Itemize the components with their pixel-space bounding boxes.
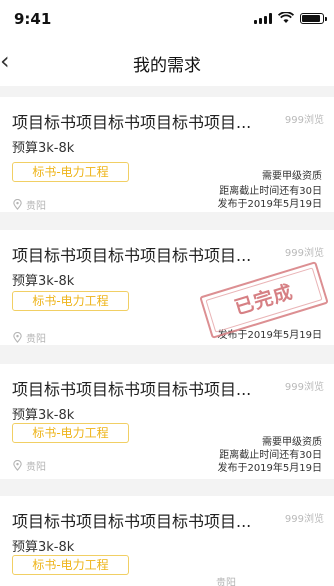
card-title: 项目标书项目标书项目标书项目... [12,246,252,265]
location: 贵阳 [12,330,46,345]
battery-level [302,14,320,22]
location: 贵阳 [216,574,236,586]
location-label: 贵阳 [26,334,46,345]
battery-icon [300,12,327,24]
card-title: 项目标书项目标书项目标书项目... [12,113,252,132]
status-bar: 9:41 [0,0,334,38]
card-title: 项目标书项目标书项目标书项目... [12,380,252,399]
list-item[interactable]: 项目标书项目标书项目标书项目... 999浏览 预算3k-8k 标书-电力工程 … [0,97,334,212]
location-label: 贵阳 [26,462,46,473]
signal-icon [254,12,272,24]
category-tag: 标书-电力工程 [12,555,129,575]
list-item[interactable]: 项目标书项目标书项目标书项目... 999浏览 预算3k-8k 标书-电力工程 … [0,496,334,586]
qualification-requirement: 需要甲级资质 [262,171,322,182]
location-pin-icon [13,460,22,471]
budget: 预算3k-8k [12,141,75,156]
category-tag: 标书-电力工程 [12,162,129,182]
view-count: 999浏览 [284,248,324,259]
card-title: 项目标书项目标书项目标书项目... [12,512,252,531]
location: 贵阳 [12,197,46,212]
publish-date: 发布于2019年5月19日 [217,199,322,210]
budget: 预算3k-8k [12,408,75,423]
list-item[interactable]: 项目标书项目标书项目标书项目... 999浏览 预算3k-8k 标书-电力工程 … [0,364,334,479]
status-icons [254,12,327,24]
location-label: 贵阳 [216,578,236,586]
location-label: 贵阳 [26,201,46,212]
page-title: 我的需求 [133,56,201,76]
category-tag: 标书-电力工程 [12,291,129,311]
location: 贵阳 [12,458,46,473]
location-pin-icon [13,199,22,210]
location-pin-icon [13,332,22,343]
nav-bar: ‹ 我的需求 [0,38,334,86]
budget: 预算3k-8k [12,274,75,289]
view-count: 999浏览 [284,514,324,525]
view-count: 999浏览 [284,115,324,126]
status-time: 9:41 [14,10,52,28]
wifi-icon [278,12,294,23]
view-count: 999浏览 [284,382,324,393]
publish-date: 发布于2019年5月19日 [217,463,322,474]
category-tag: 标书-电力工程 [12,423,129,443]
budget: 预算3k-8k [12,540,75,555]
